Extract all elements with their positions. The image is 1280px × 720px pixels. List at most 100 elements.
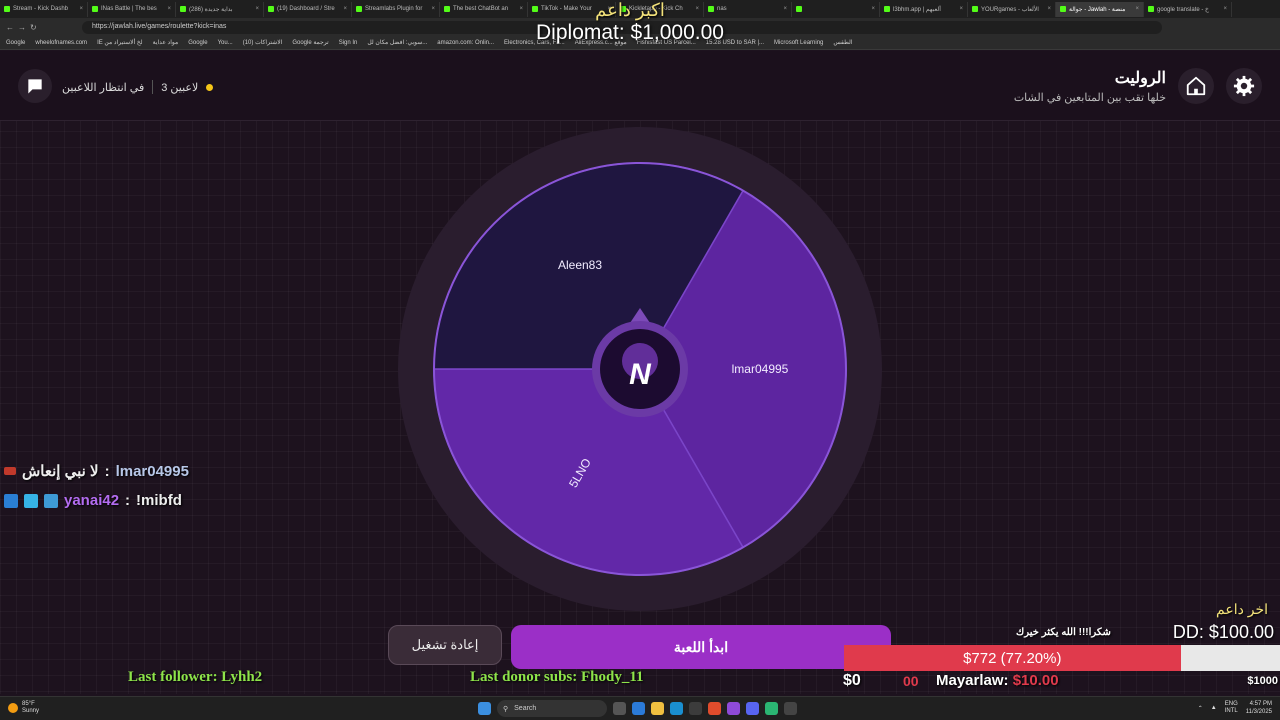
chat-message: yanai42 : !mibfd: [4, 492, 182, 509]
chat-message: لا نبي إنعاش : lmar04995: [4, 462, 189, 480]
close-tab-icon[interactable]: ×: [781, 6, 787, 12]
task-view-icon[interactable]: [613, 702, 626, 715]
chat-message-text: لا نبي إنعاش: [22, 463, 99, 480]
obs-icon[interactable]: [784, 702, 797, 715]
bookmark-item[interactable]: IE لخ ألاستيراد من: [97, 39, 143, 46]
last-sub-text: Last donor subs: Fhody_11: [470, 669, 644, 685]
browser-tab[interactable]: (19) Dashboard / Stre ×: [264, 1, 352, 17]
reload-icon[interactable]: ↻: [30, 23, 42, 32]
app-icon[interactable]: [689, 702, 702, 715]
clock[interactable]: 4:57 PM 11/3/2025: [1246, 700, 1272, 716]
browser-tab[interactable]: (286) بداية جديدة ×: [176, 1, 264, 17]
app-icon[interactable]: [765, 702, 778, 715]
language-indicator[interactable]: ENG: [1225, 701, 1238, 708]
tab-label: l3bhm.app | ألعبهم: [893, 6, 941, 13]
close-tab-icon[interactable]: ×: [165, 6, 171, 12]
close-tab-icon[interactable]: ×: [429, 6, 435, 12]
tab-favicon-icon: [1060, 6, 1066, 12]
weather-desc: Sunny: [22, 708, 40, 714]
close-tab-icon[interactable]: ×: [253, 6, 259, 12]
bookmark-item[interactable]: You...: [218, 40, 233, 46]
wifi-icon[interactable]: ▲: [1211, 705, 1217, 711]
close-tab-icon[interactable]: ×: [1133, 6, 1139, 12]
close-tab-icon[interactable]: ×: [957, 6, 963, 12]
latest-donation: Mayarlaw: $10.00: [936, 672, 1059, 689]
browser-tab[interactable]: google translate - خ ×: [1144, 1, 1232, 17]
system-tray: ⌃ ▲ ENG INTL 4:57 PM 11/3/2025: [1198, 700, 1272, 716]
browser-tab[interactable]: جوالة - Jawlah - منصة ×: [1056, 1, 1144, 17]
bookmark-item[interactable]: Microsoft Learning: [774, 40, 823, 46]
tab-favicon-icon: [92, 6, 98, 12]
home-button[interactable]: [1178, 68, 1214, 104]
bookmark-item[interactable]: مواد عداية: [153, 39, 179, 46]
bookmark-item[interactable]: سوبي: افضل مكان لل...: [367, 39, 427, 46]
bookmark-item[interactable]: Google ترجمة: [292, 39, 328, 46]
gem-badge-icon: [24, 493, 38, 508]
bookmark-item[interactable]: wheelofnames.com: [35, 40, 87, 46]
logo-letter: N: [629, 358, 652, 391]
start-game-button[interactable]: ابدأ اللعبة: [511, 625, 891, 669]
goal-zero-label: 00: [903, 673, 919, 689]
bookmark-item[interactable]: amazon.com: Onlin...: [437, 40, 494, 46]
taskbar-search[interactable]: ⚲ Search: [497, 700, 607, 717]
edge-icon[interactable]: [670, 702, 683, 715]
search-icon: ⚲: [503, 705, 509, 713]
bookmark-item[interactable]: الطقس: [833, 39, 852, 46]
browser-tab[interactable]: Streamlabs Plugin for ×: [352, 1, 440, 17]
weather-widget[interactable]: 85°F Sunny: [8, 701, 39, 715]
close-tab-icon[interactable]: ×: [1045, 6, 1051, 12]
tab-label: INas Battle | The bes: [101, 6, 157, 12]
forward-icon[interactable]: →: [18, 23, 30, 32]
file-explorer-icon[interactable]: [651, 702, 664, 715]
roulette-page: الروليت خلها تقب بين المتابعين في الشات …: [0, 0, 1280, 694]
chat-toggle-button[interactable]: [18, 69, 52, 103]
app-icon[interactable]: [727, 702, 740, 715]
top-donor-value: Diplomat: $1,000.00: [536, 21, 724, 44]
bookmark-item[interactable]: Google: [188, 40, 207, 46]
browser-tab[interactable]: l3bhm.app | ألعبهم ×: [880, 1, 968, 17]
chat-separator: :: [104, 462, 110, 480]
tab-label: (19) Dashboard / Stre: [277, 6, 335, 12]
browser-tab[interactable]: The best ChatBot an ×: [440, 1, 528, 17]
bookmark-item[interactable]: (10) الاشتراكات: [243, 39, 283, 46]
tab-favicon-icon: [268, 6, 274, 12]
latest-donation-amount: $10.00: [1012, 672, 1059, 689]
back-icon[interactable]: ←: [6, 23, 18, 32]
discord-icon[interactable]: [746, 702, 759, 715]
tab-label: YOURgames - الألعاب: [981, 6, 1039, 13]
restart-button[interactable]: إعادة تشغيل: [388, 625, 502, 665]
start-menu-icon[interactable]: [478, 702, 491, 715]
browser-tab[interactable]: YOURgames - الألعاب ×: [968, 1, 1056, 17]
roulette-wheel[interactable]: lmar049955LNOAleen83 N: [398, 127, 882, 611]
brave-icon[interactable]: [708, 702, 721, 715]
players-count: 3 لاعبين: [161, 81, 199, 94]
close-tab-icon[interactable]: ×: [341, 6, 347, 12]
browser-tab[interactable]: INas Battle | The bes ×: [88, 1, 176, 17]
bookmark-item[interactable]: Sign In: [339, 40, 358, 46]
settings-button[interactable]: [1226, 68, 1262, 104]
chevron-up-icon[interactable]: ⌃: [1198, 705, 1203, 712]
chat-username: lmar04995: [115, 462, 189, 480]
last-donor-label: اخر داعم: [1216, 601, 1268, 617]
close-tab-icon[interactable]: ×: [869, 6, 875, 12]
browser-tab[interactable]: ×: [792, 1, 880, 17]
close-tab-icon[interactable]: ×: [1221, 6, 1227, 12]
donation-goal-bar: $772 (77.20%): [844, 645, 1280, 671]
bookmark-item[interactable]: Google: [6, 40, 25, 46]
latest-donation-name: Mayarlaw:: [936, 672, 1009, 689]
browser-tab[interactable]: Stream - Kick Dashb ×: [0, 1, 88, 17]
wheel-segment-label: Aleen83: [558, 258, 602, 272]
app-icon[interactable]: [632, 702, 645, 715]
close-tab-icon[interactable]: ×: [517, 6, 523, 12]
last-donor-value: DD: $100.00: [1172, 622, 1274, 642]
chat-message-text: !mibfd: [136, 492, 182, 509]
goal-max-label: $1000: [1247, 675, 1278, 687]
divider: [152, 80, 154, 94]
gear-icon: [1233, 75, 1255, 97]
top-donor-widget: اكبر داعم Diplomat: $1,000.00: [530, 0, 730, 45]
live-dot-icon: [206, 83, 214, 91]
chat-separator: :: [125, 492, 131, 509]
page-title: الروليت: [1114, 70, 1166, 87]
close-tab-icon[interactable]: ×: [77, 6, 83, 12]
home-icon: [1186, 76, 1206, 96]
